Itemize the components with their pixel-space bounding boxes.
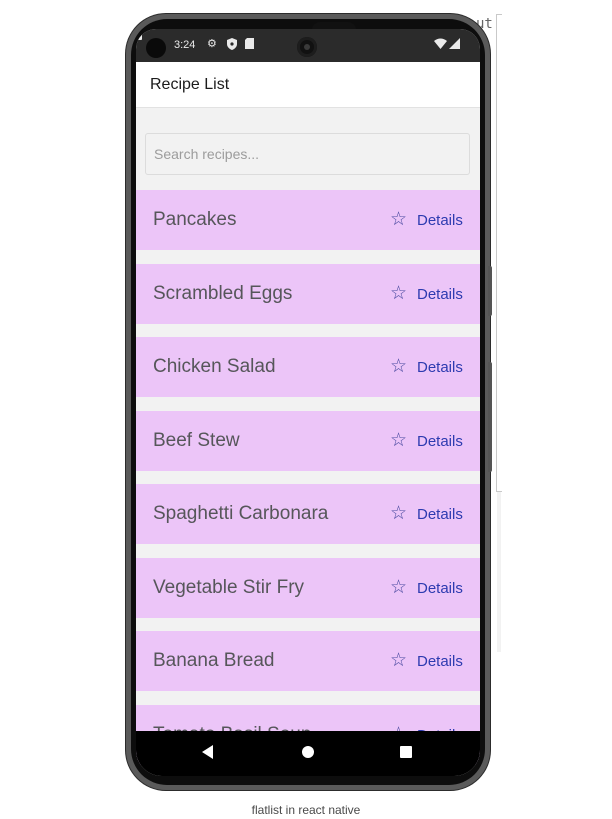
- app-header: Recipe List: [136, 62, 480, 108]
- recipe-name: Banana Bread: [153, 650, 275, 671]
- power-button: [488, 362, 492, 472]
- battery-icon: [136, 29, 142, 40]
- recents-icon[interactable]: [400, 746, 412, 758]
- gear-icon: ⚙: [207, 38, 217, 50]
- details-button[interactable]: Details: [417, 212, 463, 229]
- back-icon[interactable]: [202, 745, 213, 759]
- center-camera-icon: [297, 37, 317, 57]
- sd-card-icon: [245, 38, 254, 53]
- phone-screen: 3:24 ⚙ Recipe List Pancakes ☆ Details Sc…: [136, 29, 480, 776]
- recipe-name: Chicken Salad: [153, 356, 276, 377]
- page-title: Recipe List: [150, 76, 230, 93]
- recipe-name: Pancakes: [153, 209, 237, 230]
- details-button[interactable]: Details: [417, 580, 463, 597]
- image-caption: flatlist in react native: [251, 803, 361, 817]
- list-item[interactable]: Chicken Salad ☆ Details: [136, 337, 480, 397]
- wifi-icon: [434, 38, 447, 53]
- star-icon[interactable]: ☆: [390, 578, 407, 597]
- shield-icon: [227, 38, 237, 54]
- recipe-name: Vegetable Stir Fry: [153, 576, 305, 598]
- background-divider: [496, 14, 497, 492]
- search-input[interactable]: [145, 133, 470, 175]
- star-icon[interactable]: ☆: [390, 210, 407, 229]
- star-icon[interactable]: ☆: [390, 651, 407, 670]
- recipe-name: Scrambled Eggs: [153, 282, 293, 304]
- status-bar: 3:24 ⚙: [136, 29, 480, 62]
- list-item[interactable]: Banana Bread ☆ Details: [136, 631, 480, 691]
- details-button[interactable]: Details: [417, 653, 463, 670]
- details-button[interactable]: Details: [417, 433, 463, 450]
- list-item[interactable]: Beef Stew ☆ Details: [136, 410, 480, 471]
- star-icon[interactable]: ☆: [390, 284, 407, 303]
- recipe-list[interactable]: Pancakes ☆ Details Scrambled Eggs ☆ Deta…: [136, 190, 480, 776]
- list-item[interactable]: Scrambled Eggs ☆ Details: [136, 263, 480, 324]
- details-button[interactable]: Details: [417, 286, 463, 303]
- signal-icon: [449, 38, 460, 53]
- home-icon[interactable]: [302, 746, 314, 758]
- front-camera-icon: [146, 38, 166, 58]
- details-button[interactable]: Details: [417, 506, 463, 523]
- star-icon[interactable]: ☆: [390, 357, 407, 376]
- list-item[interactable]: Vegetable Stir Fry ☆ Details: [136, 557, 480, 618]
- list-item[interactable]: Spaghetti Carbonara ☆ Details: [136, 484, 480, 544]
- star-icon[interactable]: ☆: [390, 504, 407, 523]
- list-item[interactable]: Pancakes ☆ Details: [136, 190, 480, 250]
- status-time: 3:24: [174, 39, 196, 51]
- recipe-name: Beef Stew: [153, 429, 240, 451]
- navigation-bar: [136, 731, 480, 776]
- volume-button: [488, 266, 492, 316]
- recipe-name: Spaghetti Carbonara: [153, 503, 329, 524]
- star-icon[interactable]: ☆: [390, 431, 407, 450]
- details-button[interactable]: Details: [417, 359, 463, 376]
- background-divider-tick: [496, 14, 502, 15]
- background-panel: [497, 492, 501, 652]
